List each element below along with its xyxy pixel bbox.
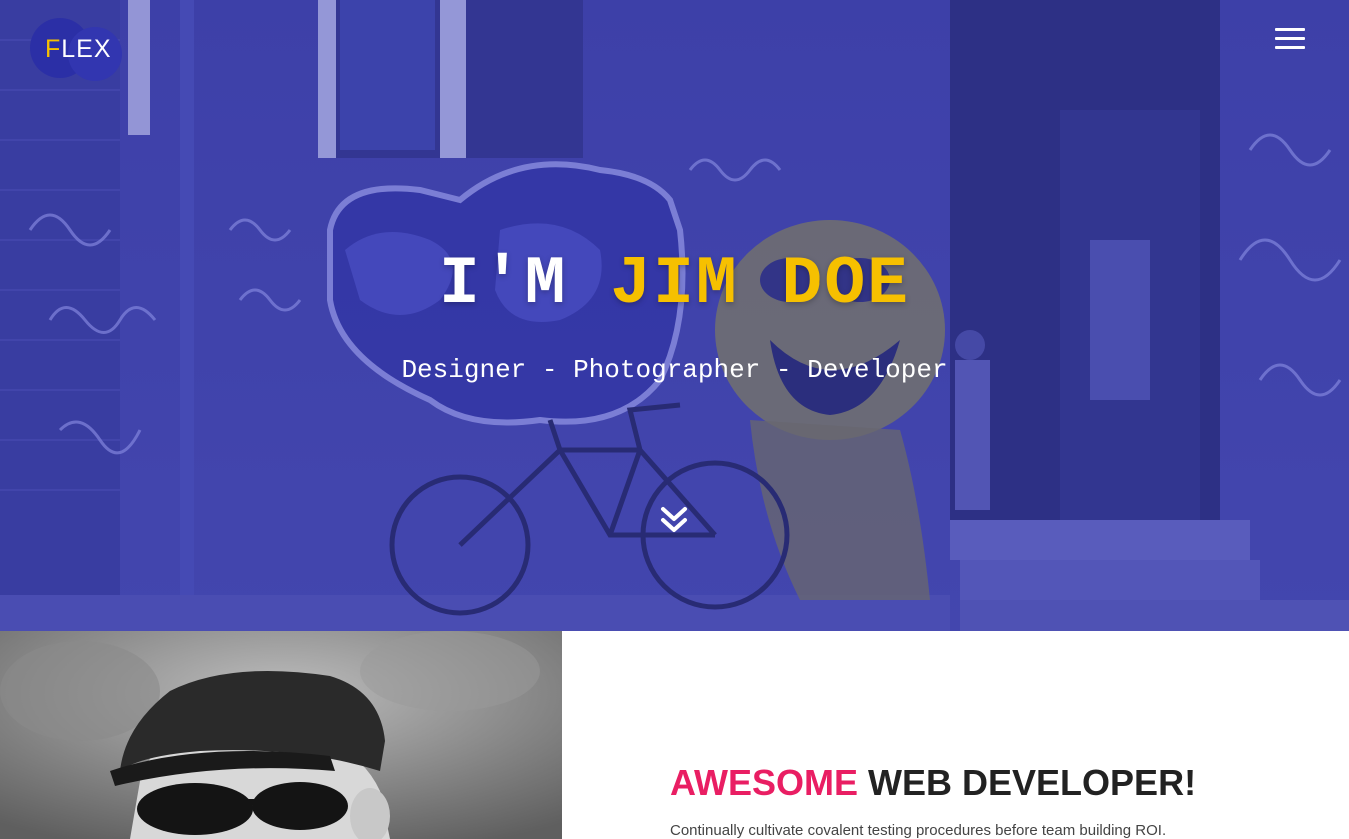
logo-first-letter: F (45, 35, 62, 63)
menu-bar (1275, 28, 1305, 31)
hero-subtitle: Designer - Photographer - Developer (401, 355, 948, 385)
about-section: AWESOME WEB DEVELOPER! Continually culti… (0, 631, 1349, 839)
logo-rest: LEX (61, 35, 112, 63)
about-paragraph: Continually cultivate covalent testing p… (670, 822, 1167, 839)
menu-bar (1275, 37, 1305, 40)
about-heading-highlight: AWESOME (670, 762, 859, 803)
hero-title: I'M JIM DOE (0, 244, 1349, 326)
logo-text: FLEX (45, 35, 112, 63)
about-heading: AWESOME WEB DEVELOPER! (670, 763, 1196, 803)
menu-bar (1275, 46, 1305, 49)
profile-photo (0, 631, 562, 839)
hamburger-menu-icon[interactable] (1272, 28, 1308, 52)
double-chevron-down-icon[interactable] (658, 505, 690, 535)
about-heading-rest: WEB DEVELOPER! (868, 762, 1197, 803)
site-logo[interactable]: FLEX (30, 18, 124, 81)
hero-title-prefix: I'M (439, 246, 568, 323)
hero-title-name: JIM DOE (610, 246, 910, 323)
hero-section: FLEX I'M JIM DOE Designer - Photographer… (0, 0, 1349, 631)
